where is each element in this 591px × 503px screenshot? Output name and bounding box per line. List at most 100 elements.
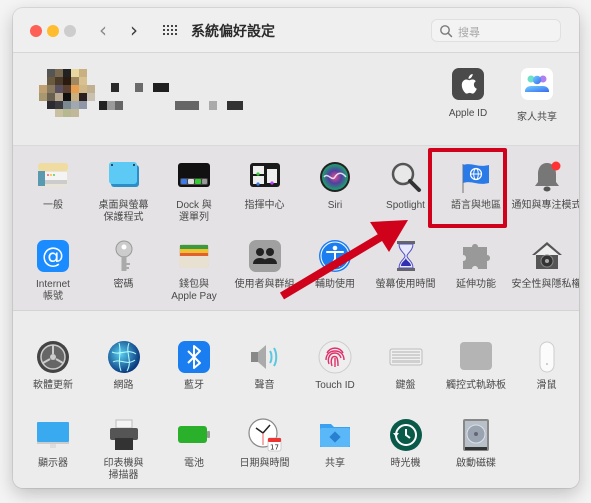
pane-time-machine[interactable]: 時光機 <box>370 418 442 470</box>
system-preferences-window: ‹ › 系統偏好設定 搜尋 Apple ID 家人共享 一般 桌面與螢幕 保護程… <box>13 8 579 488</box>
pane-label: 一般 <box>43 200 63 211</box>
users-groups-icon <box>248 239 282 273</box>
pane-touch-id[interactable]: Touch ID <box>299 340 371 392</box>
pane-dock[interactable]: Dock 與 選單列 <box>158 160 230 224</box>
pane-label: 使用者與群組 <box>234 279 295 290</box>
pane-passwords[interactable]: 密碼 <box>88 239 160 291</box>
pane-siri[interactable]: Siri <box>299 160 371 212</box>
pane-label: Touch ID <box>315 380 355 391</box>
pane-screen-time[interactable]: 螢幕使用時間 <box>370 239 442 291</box>
pane-spotlight[interactable]: Spotlight <box>370 160 442 212</box>
pane-sharing[interactable]: 共享 <box>299 418 371 470</box>
pane-sound[interactable]: 聲音 <box>229 340 301 392</box>
extensions-icon <box>459 239 493 273</box>
sound-icon <box>248 340 282 374</box>
search-input[interactable]: 搜尋 <box>431 19 561 42</box>
pane-bluetooth[interactable]: 藍牙 <box>158 340 230 392</box>
pane-printers-scanners[interactable]: 印表機與 掃描器 <box>88 418 160 482</box>
pane-software-update[interactable]: 軟體更新 <box>17 340 89 392</box>
general-icon <box>36 160 70 194</box>
close-button[interactable] <box>30 25 42 37</box>
pane-label: Spotlight <box>386 200 425 211</box>
pane-internet-accounts[interactable]: @ Internet 帳號 <box>17 239 89 303</box>
pane-users-groups[interactable]: 使用者與群組 <box>229 239 301 291</box>
pane-displays[interactable]: 顯示器 <box>17 418 89 470</box>
apple-logo-icon <box>452 68 484 100</box>
pane-label: 密碼 <box>113 279 134 290</box>
pane-label: 滑鼠 <box>536 380 557 391</box>
redacted-email <box>107 101 115 110</box>
time-machine-icon <box>389 418 423 452</box>
bluetooth-icon <box>177 340 211 374</box>
pane-network[interactable]: 網路 <box>88 340 160 392</box>
avatar[interactable] <box>31 69 95 133</box>
apple-id-label: Apple ID <box>448 108 488 119</box>
pane-label: 電池 <box>184 458 204 469</box>
family-sharing-pane[interactable]: 家人共享 <box>502 68 572 123</box>
pane-label: Siri <box>327 200 343 211</box>
pane-trackpad[interactable]: 觸控式軌跡板 <box>440 340 512 392</box>
pane-wallet[interactable]: 錢包與 Apple Pay <box>158 239 230 303</box>
touch-id-icon <box>318 340 352 374</box>
pane-security-privacy[interactable]: 安全性與隱私權 <box>511 239 579 291</box>
internet-accounts-icon: @ <box>36 239 70 273</box>
pane-label: 啟動磁碟 <box>456 458 496 469</box>
screen-time-icon <box>389 239 423 273</box>
pane-accessibility[interactable]: 輔助使用 <box>299 239 371 291</box>
displays-icon <box>36 418 70 452</box>
svg-text:@: @ <box>42 244 64 269</box>
keyboard-icon <box>389 340 423 374</box>
date-time-icon: 17 <box>247 418 282 452</box>
account-section: Apple ID 家人共享 <box>13 53 579 146</box>
mouse-icon <box>530 340 564 374</box>
redacted-email <box>99 101 107 110</box>
siri-icon <box>318 160 352 194</box>
notifications-icon <box>530 160 564 194</box>
show-all-grid-icon[interactable] <box>163 25 177 36</box>
pane-mission-control[interactable]: 指揮中心 <box>229 160 301 212</box>
pane-label: Internet 帳號 <box>36 279 70 302</box>
pane-label: 日期與時間 <box>239 458 290 469</box>
family-sharing-label: 家人共享 <box>517 112 557 123</box>
zoom-button[interactable] <box>64 25 76 37</box>
startup-disk-icon <box>459 418 493 452</box>
pane-label: 錢包與 Apple Pay <box>171 279 217 302</box>
security-privacy-icon <box>530 239 564 273</box>
pane-mouse[interactable]: 滑鼠 <box>511 340 580 392</box>
desktop-screensaver-icon <box>107 160 141 194</box>
spotlight-icon <box>389 160 423 194</box>
pane-battery[interactable]: 電池 <box>158 418 230 470</box>
pane-desktop-screensaver[interactable]: 桌面與螢幕 保護程式 <box>88 160 160 224</box>
pane-label: 時光機 <box>390 458 421 469</box>
pane-label: 觸控式軌跡板 <box>446 380 506 391</box>
dock-icon <box>177 160 211 194</box>
pane-general[interactable]: 一般 <box>17 160 89 212</box>
passwords-icon <box>107 239 141 273</box>
pane-extensions[interactable]: 延伸功能 <box>440 239 512 291</box>
wallet-icon <box>177 239 211 273</box>
redacted-email <box>175 101 199 110</box>
accessibility-icon <box>318 239 352 273</box>
pane-date-time[interactable]: 17 日期與時間 <box>229 418 301 470</box>
mission-control-icon <box>248 160 282 194</box>
pane-notifications[interactable]: 通知與專注模式 <box>511 160 579 212</box>
family-sharing-icon <box>521 68 553 100</box>
preferences-section-hardware: 軟體更新 網路 藍牙 聲音 Touch ID 鍵盤 觸控式軌跡板 滑鼠顯示器 印表機與 掃描器 電… <box>13 311 579 488</box>
pane-keyboard[interactable]: 鍵盤 <box>370 340 442 392</box>
apple-id-pane[interactable]: Apple ID <box>433 68 503 119</box>
redacted-email <box>115 101 123 110</box>
minimize-button[interactable] <box>47 25 59 37</box>
pane-label: 鍵盤 <box>395 380 416 391</box>
forward-button[interactable]: › <box>130 19 138 41</box>
pane-label: 語言與地區 <box>451 200 501 211</box>
preferences-section-personal: 一般 桌面與螢幕 保護程式 Dock 與 選單列 指揮中心 Siri Spotlight 語… <box>13 146 579 311</box>
back-button[interactable]: ‹ <box>99 19 107 41</box>
pane-startup-disk[interactable]: 啟動磁碟 <box>440 418 512 470</box>
pane-language-region[interactable]: 語言與地區 <box>440 160 512 212</box>
redacted-name <box>111 83 119 92</box>
sharing-icon <box>318 418 352 452</box>
pane-label: 藍牙 <box>184 380 204 391</box>
window-title: 系統偏好設定 <box>191 23 275 39</box>
pane-label: Dock 與 選單列 <box>176 200 212 223</box>
printers-scanners-icon <box>107 418 141 452</box>
